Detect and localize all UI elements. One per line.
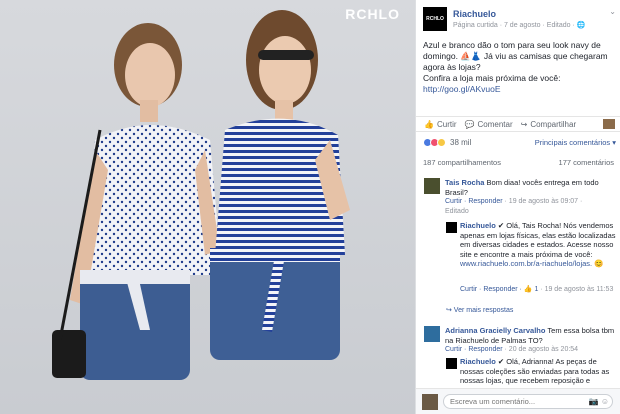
viewer-avatar (422, 394, 438, 410)
more-replies-link[interactable]: ↪ Ver mais respostas (446, 306, 513, 314)
comment-time[interactable]: · 20 de agosto às 20:54 (503, 346, 579, 353)
post-link[interactable]: http://goo.gl/AKvuoE (423, 84, 501, 94)
page-name-link[interactable]: Riachuelo (453, 9, 496, 19)
like-button[interactable]: 👍 Curtir (424, 120, 457, 129)
reactions-count: 38 mil (450, 138, 472, 147)
comment-body: Tais Rocha Bom diaa! vocês entrega em to… (445, 178, 615, 197)
like-label: Curtir (436, 119, 457, 129)
comments-count[interactable]: 177 comentários (559, 158, 614, 170)
models-illustration (52, 10, 350, 380)
commenter-avatar[interactable] (424, 326, 440, 342)
post-text: Azul e branco dão o tom para seu look na… (423, 40, 613, 95)
comment-body: Adrianna Gracielly Carvalho Tem essa bol… (445, 326, 615, 345)
chevron-down-icon[interactable]: ⌄ (609, 7, 616, 16)
commenter-name[interactable]: Adrianna Gracielly Carvalho (445, 326, 545, 335)
post-line: Confira a loja mais próxima de você: (423, 73, 561, 83)
reply-actions[interactable]: Curtir · Responder (460, 286, 518, 293)
post-side-panel: RCHLO Riachuelo Página curtida · 7 de ag… (415, 0, 620, 414)
share-label: Compartilhar (530, 119, 577, 129)
post-header: RCHLO Riachuelo Página curtida · 7 de ag… (423, 7, 616, 33)
comment-meta: Curtir · Responder · 19 de agosto às 09:… (445, 198, 582, 205)
shares-count[interactable]: 187 compartilhamentos (423, 158, 501, 170)
comment-icon: 💬 (464, 119, 475, 129)
photo-brand-watermark: RCHLO (345, 6, 400, 22)
more-replies-label: ↪ Ver mais respostas (446, 307, 514, 314)
commenter-avatar[interactable] (424, 178, 440, 194)
share-button[interactable]: ↪ Compartilhar (521, 120, 577, 129)
commenter-name[interactable]: Tais Rocha (445, 178, 484, 187)
wow-reaction-icon (437, 138, 446, 147)
post-actions: 👍 Curtir 💬 Comentar ↪ Compartilhar (416, 116, 620, 132)
comment-button[interactable]: 💬 Comentar (465, 120, 513, 129)
comment-input[interactable] (443, 394, 613, 409)
share-icon: ↪ (520, 119, 528, 129)
post-line: domingo. ⛵👗 Já viu as camisas que chegar… (423, 51, 608, 61)
post-stats: 187 compartilhamentos 177 comentários (416, 158, 620, 170)
reply-likes[interactable]: · 👍 1 (518, 286, 539, 293)
reply-body: Riachuelo ✔ Olá, Adrianna! As peças de n… (460, 357, 616, 387)
thumbs-up-icon: 👍 (424, 119, 434, 129)
reply-author-name[interactable]: Riachuelo (460, 357, 496, 366)
comment-label: Comentar (477, 119, 513, 129)
relevance-dropdown[interactable]: Principais comentários ▾ (535, 138, 616, 147)
comment-edited: Editado (445, 208, 469, 215)
post-photo[interactable]: RCHLO (0, 0, 415, 414)
comment-actions[interactable]: Curtir · Responder (445, 346, 503, 353)
page-reply-avatar[interactable] (446, 358, 457, 369)
reply-time[interactable]: · 19 de agosto às 11:53 (538, 286, 613, 293)
post-meta: Página curtida · 7 de agosto · Editado ·… (453, 22, 586, 29)
post-line: agora às lojas? (423, 62, 481, 72)
comment-composer: 📷 ☺ (416, 388, 620, 414)
reply-link[interactable]: www.riachuelo.com.br/a-riachuelo/lojas. (460, 259, 592, 268)
viewer-avatar[interactable] (603, 119, 615, 129)
comment-time[interactable]: · 19 de agosto às 09:07 · (503, 198, 583, 205)
comment-meta: Curtir · Responder · 20 de agosto às 20:… (445, 346, 578, 353)
page-avatar[interactable]: RCHLO (423, 7, 447, 31)
reply-meta: Curtir · Responder · 👍 1 · 19 de agosto … (460, 285, 616, 295)
reply-author-name[interactable]: Riachuelo (460, 221, 496, 230)
camera-emoji-icons[interactable]: 📷 ☺ (589, 397, 609, 406)
reply-body: Riachuelo ✔ Olá, Tais Rocha! Nós vendemo… (460, 221, 616, 269)
smile-emoji-icon: 😊 (594, 259, 604, 269)
page-reply-avatar[interactable] (446, 222, 457, 233)
post-line: Azul e branco dão o tom para seu look na… (423, 40, 601, 50)
comment-actions[interactable]: Curtir · Responder (445, 198, 503, 205)
reactions-bar[interactable]: 38 mil Principais comentários ▾ (423, 138, 616, 147)
